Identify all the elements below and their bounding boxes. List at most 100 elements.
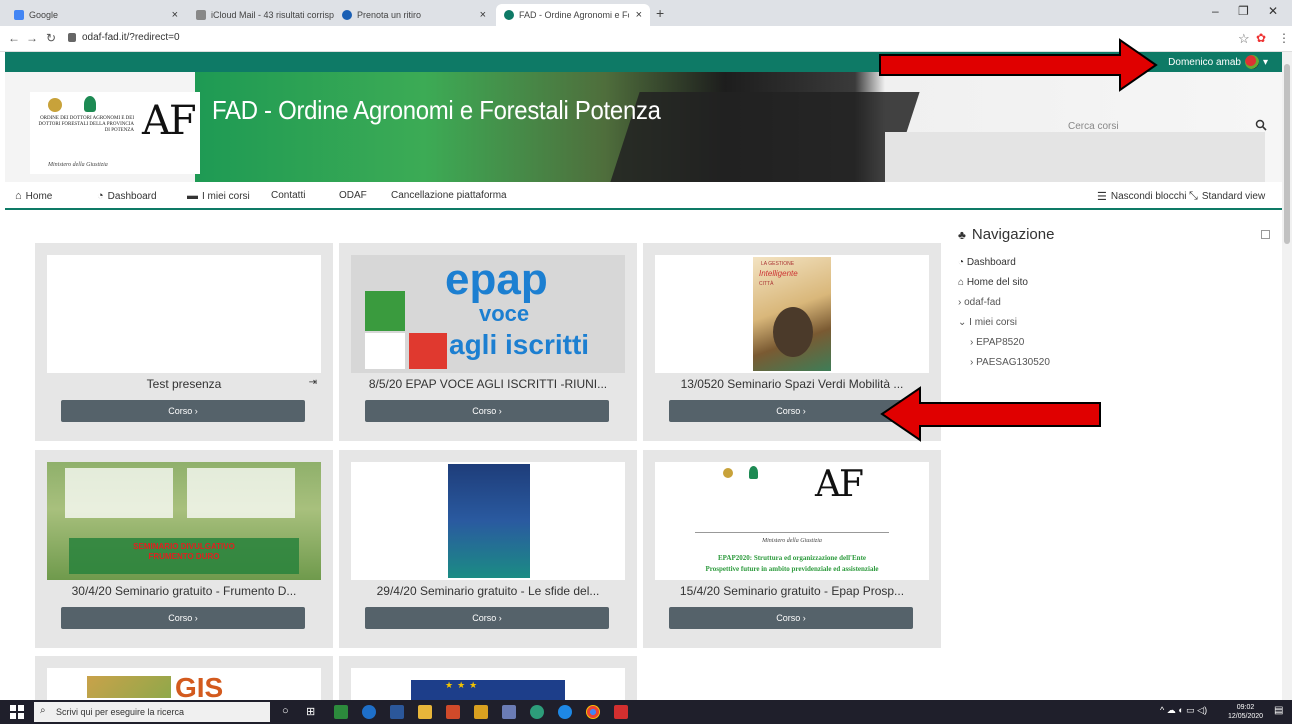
hide-blocks-button[interactable]: ☰ Nascondi blocchi <box>1097 190 1186 203</box>
notification-icon[interactable]: ▤ <box>1274 705 1283 716</box>
site-favicon-icon <box>504 10 514 20</box>
sidebar-item-odaf-fad[interactable]: › odaf-fad <box>958 297 1270 308</box>
browser-tab-fad[interactable]: FAD - Ordine Agronomi e Foresta × <box>496 4 650 26</box>
chrome-icon[interactable] <box>586 705 600 719</box>
sidebar-item-course[interactable]: › EPAP8520 <box>970 337 1270 348</box>
reload-icon[interactable]: ↻ <box>46 31 56 45</box>
enrol-icon: ⇥ <box>308 377 317 388</box>
app-icon[interactable] <box>530 705 544 719</box>
course-thumbnail: LA GESTIONE Intelligente CITTÀ <box>655 255 929 373</box>
nav-my-courses[interactable]: ▬ I miei corsi <box>187 190 250 202</box>
course-button[interactable]: Corso › <box>669 607 913 629</box>
nav-cancellazione[interactable]: Cancellazione piattaforma <box>391 190 507 201</box>
course-card[interactable]: AF Ministero della Giustizia EPAP2020: S… <box>643 450 941 648</box>
maximize-icon[interactable]: ❐ <box>1238 4 1249 18</box>
course-card[interactable]: epap voce agli iscritti 8/5/20 EPAP VOCE… <box>339 243 637 441</box>
course-title[interactable]: 8/5/20 EPAP VOCE AGLI ISCRITTI -RIUNI... <box>347 377 629 391</box>
avatar <box>1244 55 1259 69</box>
close-tab-icon[interactable]: × <box>480 9 486 21</box>
course-card[interactable]: ★★★ <box>339 656 637 700</box>
course-title[interactable]: 30/4/20 Seminario gratuito - Frumento D.… <box>43 584 325 598</box>
home-icon: ⌂ <box>15 190 22 202</box>
close-tab-icon[interactable]: × <box>636 9 642 21</box>
bookmark-star-icon[interactable]: ☆ <box>1238 31 1250 47</box>
briefcase-icon: ▬ <box>187 190 198 202</box>
url-field[interactable]: odaf-fad.it/?redirect=0 <box>82 32 180 43</box>
nav-contatti[interactable]: Contatti <box>271 190 305 201</box>
close-tab-icon[interactable]: × <box>172 9 178 21</box>
outlook-icon[interactable] <box>446 705 460 719</box>
app-icon[interactable] <box>502 705 516 719</box>
acrobat-icon[interactable] <box>614 705 628 719</box>
odaf-emblem-icon <box>84 96 96 112</box>
course-card[interactable]: GIS <box>35 656 333 700</box>
folder-icon[interactable] <box>418 705 432 719</box>
globe-icon <box>342 10 352 20</box>
search-icon[interactable] <box>1255 119 1267 131</box>
standard-view-button[interactable]: ⤡ Standard view <box>1189 190 1265 203</box>
sidebar-item-dashboard[interactable]: ◔ Dashboard <box>958 257 1270 268</box>
edge-icon[interactable] <box>362 705 376 719</box>
course-card[interactable]: Test presenza ⇥ Corso › <box>35 243 333 441</box>
annotation-arrow-course <box>880 386 1101 442</box>
course-card[interactable]: 29/4/20 Seminario gratuito - Le sfide de… <box>339 450 637 648</box>
internet-explorer-icon[interactable] <box>558 705 572 719</box>
search-input[interactable]: Cerca corsi <box>1068 121 1119 132</box>
app-icon[interactable] <box>334 705 348 719</box>
course-button[interactable]: Corso › <box>669 400 913 422</box>
sidebar-item-course[interactable]: › PAESAG130520 <box>970 357 1270 368</box>
windows-start-icon[interactable] <box>10 705 24 719</box>
course-thumbnail <box>47 255 321 373</box>
nav-home[interactable]: ⌂ Home <box>15 190 52 202</box>
collapse-block-icon[interactable] <box>1261 230 1270 239</box>
close-window-icon[interactable]: ✕ <box>1268 4 1278 18</box>
chevron-right-icon: › <box>970 357 974 368</box>
menu-icon[interactable]: ⋮ <box>1278 31 1290 45</box>
block-title: ♣ Navigazione <box>958 226 1055 243</box>
minimize-icon[interactable]: – <box>1212 4 1219 18</box>
clock[interactable]: 09:02 12/05/2020 <box>1228 703 1263 721</box>
system-tray-icons[interactable]: ^ ☁ ◐ ▭ ◁) <box>1160 705 1207 716</box>
store-icon[interactable] <box>474 705 488 719</box>
course-button[interactable]: Corso › <box>365 607 609 629</box>
course-title[interactable]: 29/4/20 Seminario gratuito - Le sfide de… <box>347 584 629 598</box>
chevron-right-icon: › <box>958 297 962 308</box>
course-title[interactable]: 15/4/20 Seminario gratuito - Epap Prosp.… <box>651 584 933 598</box>
browser-tab-icloud[interactable]: iCloud Mail - 43 risultati corrisp × <box>188 4 358 26</box>
nav-odaf[interactable]: ODAF <box>339 190 367 201</box>
taskbar-search-input[interactable]: ⌕ Scrivi qui per eseguire la ricerca <box>34 702 270 722</box>
course-card[interactable]: SEMINARIO DIVULGATIVO FRUMENTO DURO 30/4… <box>35 450 333 648</box>
course-thumbnail: SEMINARIO DIVULGATIVO FRUMENTO DURO <box>47 462 321 580</box>
back-icon[interactable]: ← <box>8 31 20 45</box>
course-thumbnail <box>351 462 625 580</box>
new-tab-icon[interactable]: + <box>656 5 664 21</box>
sidebar-item-home[interactable]: ⌂ Home del sito <box>958 277 1270 288</box>
course-thumbnail: ★★★ <box>351 668 625 700</box>
windows-taskbar: ⌕ Scrivi qui per eseguire la ricerca ○ ⊞… <box>0 700 1292 724</box>
browser-tab-prenota[interactable]: Prenota un ritiro × <box>334 4 494 26</box>
course-button[interactable]: Corso › <box>61 400 305 422</box>
annotation-arrow-user <box>879 38 1158 92</box>
course-title[interactable]: Test presenza <box>43 377 325 391</box>
google-icon <box>14 10 24 20</box>
course-button[interactable]: Corso › <box>61 607 305 629</box>
navigation-block: ♣ Navigazione ◔ Dashboard ⌂ Home del sit… <box>958 226 1270 368</box>
extension-icon[interactable]: ✿ <box>1256 31 1266 45</box>
site-title[interactable]: FAD - Ordine Agronomi e Forestali Potenz… <box>212 95 661 126</box>
scrollbar[interactable] <box>1282 52 1292 700</box>
apple-icon <box>196 10 206 20</box>
course-button[interactable]: Corso › <box>365 400 609 422</box>
word-icon[interactable] <box>390 705 404 719</box>
chevron-down-icon: ⌄ <box>958 317 967 328</box>
site-logo[interactable]: ORDINE DEI DOTTORI AGRONOMI E DEI DOTTOR… <box>30 92 200 174</box>
sidebar-item-my-courses[interactable]: ⌄ I miei corsi <box>958 317 1270 328</box>
sitemap-icon: ♣ <box>958 227 966 242</box>
cortana-icon[interactable]: ○ <box>282 705 296 719</box>
main-nav: ⌂ Home ◔ Dashboard ▬ I miei corsi Contatti … <box>5 182 1282 210</box>
browser-tab-google[interactable]: Google × <box>6 4 186 26</box>
task-view-icon[interactable]: ⊞ <box>306 705 320 719</box>
forward-icon[interactable]: → <box>26 31 38 45</box>
user-menu[interactable]: Domenico amab ▾ <box>1168 55 1268 69</box>
chevron-down-icon: ▾ <box>1262 56 1268 68</box>
nav-dashboard[interactable]: ◔ Dashboard <box>97 190 157 202</box>
